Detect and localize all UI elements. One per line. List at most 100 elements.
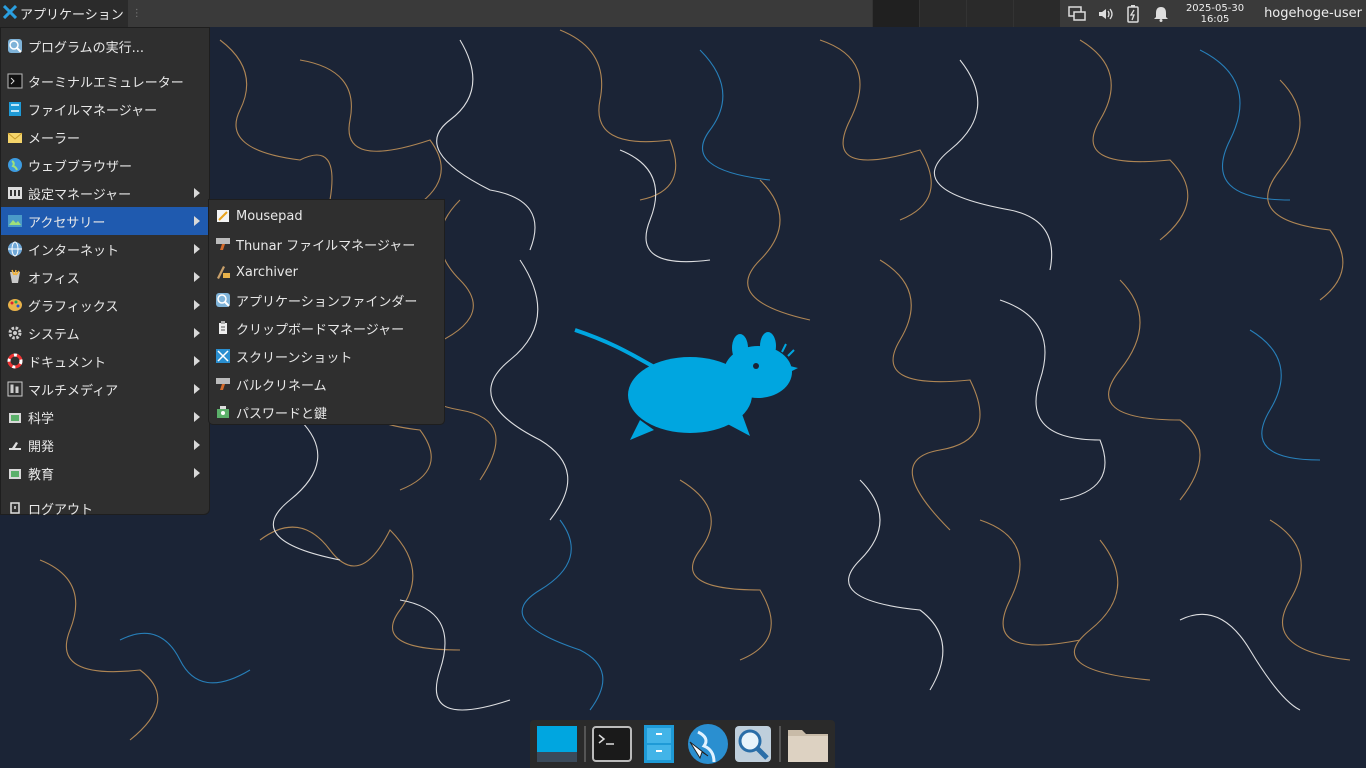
menu-item-label: ウェブブラウザー (28, 159, 133, 175)
development-icon (7, 437, 23, 453)
clock[interactable]: 2025-05-30 16:05 (1186, 3, 1244, 25)
applications-menu-button[interactable]: アプリケーション (0, 0, 128, 27)
menu-item-science[interactable]: 科学 (1, 403, 209, 431)
menu-item-internet[interactable]: インターネット (1, 235, 209, 263)
screenshot-icon (215, 348, 231, 364)
dock-file-manager[interactable] (636, 722, 683, 766)
accessories-submenu: Mousepad Thunar ファイルマネージャー Xarchiver アプリ… (208, 199, 445, 425)
menu-item-accessories[interactable]: アクセサリー (1, 207, 209, 235)
submenu-arrow-icon (194, 244, 200, 254)
menu-item-label: ログアウト (28, 502, 94, 518)
show-desktop-icon (537, 726, 578, 762)
workspace-switcher (871, 0, 1060, 27)
submenu-arrow-icon (194, 216, 200, 226)
workspace-1[interactable] (871, 0, 919, 27)
workspace-4[interactable] (1012, 0, 1060, 27)
clock-time: 16:05 (1200, 13, 1230, 25)
app-finder-icon (215, 292, 231, 308)
submenu-item-label: パスワードと鍵 (236, 406, 328, 422)
menu-item-education[interactable]: 教育 (1, 459, 209, 487)
menu-item-label: ファイルマネージャー (28, 103, 158, 119)
logout-icon (7, 500, 23, 516)
menu-item-graphics[interactable]: グラフィックス (1, 291, 209, 319)
help-icon (7, 353, 23, 369)
submenu-item-label: バルクリネーム (236, 378, 327, 394)
graphics-icon (7, 297, 23, 313)
file-manager-icon (644, 725, 675, 763)
menu-item-mailer[interactable]: メーラー (1, 123, 209, 151)
submenu-item-label: アプリケーションファインダー (236, 294, 418, 310)
mousepad-icon (215, 208, 231, 224)
menu-item-label: アクセサリー (28, 215, 106, 231)
menu-item-label: システム (28, 327, 80, 343)
menu-item-office[interactable]: オフィス (1, 263, 209, 291)
menu-item-label: インターネット (28, 243, 120, 259)
submenu-item-clipboard-manager[interactable]: クリップボードマネージャー (209, 314, 444, 342)
run-icon (7, 38, 23, 54)
submenu-item-screenshot[interactable]: スクリーンショット (209, 342, 444, 370)
workspace-3[interactable] (965, 0, 1013, 27)
network-icon[interactable] (1068, 5, 1086, 23)
menu-item-file-manager[interactable]: ファイルマネージャー (1, 95, 209, 123)
dock-web-browser[interactable] (682, 722, 729, 766)
applications-menu: プログラムの実行... ターミナルエミュレーター ファイルマネージャー メーラー… (0, 27, 210, 518)
folder-icon (787, 730, 828, 762)
menu-item-documents[interactable]: ドキュメント (1, 347, 209, 375)
menu-item-multimedia[interactable]: マルチメディア (1, 375, 209, 403)
menu-item-system[interactable]: システム (1, 319, 209, 347)
terminal-icon (592, 726, 633, 762)
menu-item-development[interactable]: 開発 (1, 431, 209, 459)
app-finder-icon (734, 726, 771, 762)
submenu-arrow-icon (194, 272, 200, 282)
menu-item-label: メーラー (28, 131, 81, 147)
menu-item-label: ドキュメント (28, 355, 107, 371)
applications-menu-label: アプリケーション (20, 8, 124, 23)
xfce-logo-icon (2, 4, 18, 23)
submenu-arrow-icon (194, 188, 200, 198)
dock-app-finder[interactable] (729, 722, 776, 766)
panel-handle-icon[interactable]: ⋮ (132, 8, 142, 19)
clock-date: 2025-05-30 (1185, 2, 1245, 14)
education-icon (7, 465, 23, 481)
menu-item-web-browser[interactable]: ウェブブラウザー (1, 151, 209, 179)
file-manager-icon (7, 101, 23, 117)
notification-bell-icon[interactable] (1152, 5, 1170, 23)
dock-home-folder[interactable] (784, 722, 831, 766)
browser-icon (7, 157, 23, 173)
menu-item-logout[interactable]: ログアウト (1, 494, 209, 522)
menu-item-label: グラフィックス (28, 299, 119, 315)
menu-item-label: 開発 (28, 439, 55, 455)
submenu-item-label: Mousepad (236, 208, 303, 224)
submenu-arrow-icon (194, 412, 200, 422)
submenu-arrow-icon (194, 328, 200, 338)
dock-show-desktop[interactable] (534, 722, 581, 766)
menu-item-label: 教育 (28, 467, 55, 483)
taskbar-area (142, 0, 872, 27)
dock-terminal[interactable] (589, 722, 636, 766)
menu-item-settings-manager[interactable]: 設定マネージャー (1, 179, 209, 207)
science-icon (7, 409, 23, 425)
user-menu-button[interactable]: hogehoge-user (1264, 6, 1362, 21)
submenu-item-bulk-rename[interactable]: バルクリネーム (209, 370, 444, 398)
submenu-item-label: Xarchiver (236, 264, 298, 280)
internet-icon (7, 241, 23, 257)
accessories-icon (7, 213, 23, 229)
menu-item-terminal[interactable]: ターミナルエミュレーター (1, 67, 209, 95)
battery-icon[interactable] (1124, 4, 1142, 23)
settings-icon (7, 185, 23, 201)
multimedia-icon (7, 381, 23, 397)
top-panel: アプリケーション ⋮ 2025-05-30 16:05 hogehoge-use… (0, 0, 1366, 27)
volume-icon[interactable] (1096, 5, 1114, 23)
submenu-item-passwords-keys[interactable]: パスワードと鍵 (209, 398, 444, 426)
browser-icon (687, 724, 728, 764)
submenu-arrow-icon (194, 440, 200, 450)
submenu-item-app-finder[interactable]: アプリケーションファインダー (209, 286, 444, 314)
dock-separator (583, 726, 586, 762)
menu-item-label: 設定マネージャー (28, 187, 132, 203)
menu-item-run-program[interactable]: プログラムの実行... (1, 32, 209, 60)
workspace-2[interactable] (918, 0, 966, 27)
submenu-item-xarchiver[interactable]: Xarchiver (209, 258, 444, 286)
submenu-item-thunar[interactable]: Thunar ファイルマネージャー (209, 230, 444, 258)
submenu-item-mousepad[interactable]: Mousepad (209, 202, 444, 230)
submenu-item-label: Thunar ファイルマネージャー (236, 238, 416, 254)
